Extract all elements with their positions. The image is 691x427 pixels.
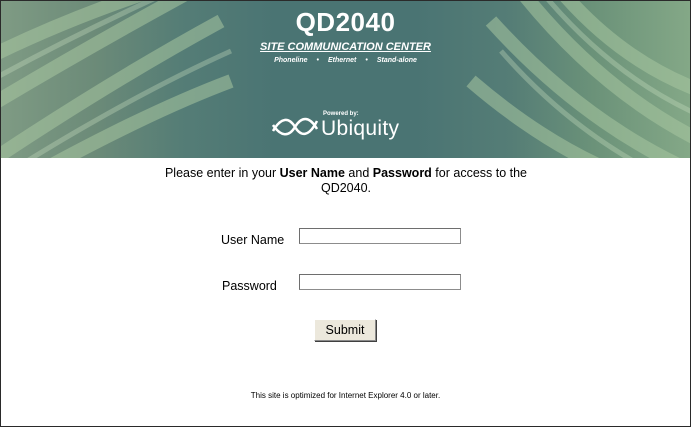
intro-text-password: Password (372, 166, 432, 180)
username-label: User Name (221, 233, 285, 247)
browser-note: This site is optimized for Internet Expl… (250, 391, 441, 400)
product-title: QD2040 (295, 7, 396, 37)
page-frame: QD2040 SITE COMMUNICATION CENTER Phoneli… (0, 0, 691, 427)
login-instructions: Please enter in your User Name and Passw… (141, 166, 551, 196)
header-banner: QD2040 SITE COMMUNICATION CENTER Phoneli… (1, 1, 690, 158)
product-tagline: Phoneline • Ethernet • Stand-alone (274, 57, 417, 64)
tagline-item-ethernet: Ethernet (327, 57, 357, 64)
password-input[interactable] (299, 274, 461, 290)
password-label: Password (222, 279, 277, 293)
brand-name: Ubiquity (321, 117, 400, 140)
tagline-item-standalone: Stand-alone (376, 57, 417, 64)
tagline-item-phoneline: Phoneline (274, 57, 308, 64)
intro-text-and: and (344, 166, 373, 180)
product-subtitle: SITE COMMUNICATION CENTER (260, 41, 431, 53)
ubiquity-wave-icon (271, 117, 319, 136)
intro-text-username: User Name (279, 166, 345, 180)
ubiquity-logo: Powered by: Ubiquity (271, 107, 421, 147)
username-input[interactable] (299, 228, 461, 244)
submit-button[interactable]: Submit (314, 319, 376, 341)
intro-text-prefix: Please enter in your (164, 166, 280, 180)
